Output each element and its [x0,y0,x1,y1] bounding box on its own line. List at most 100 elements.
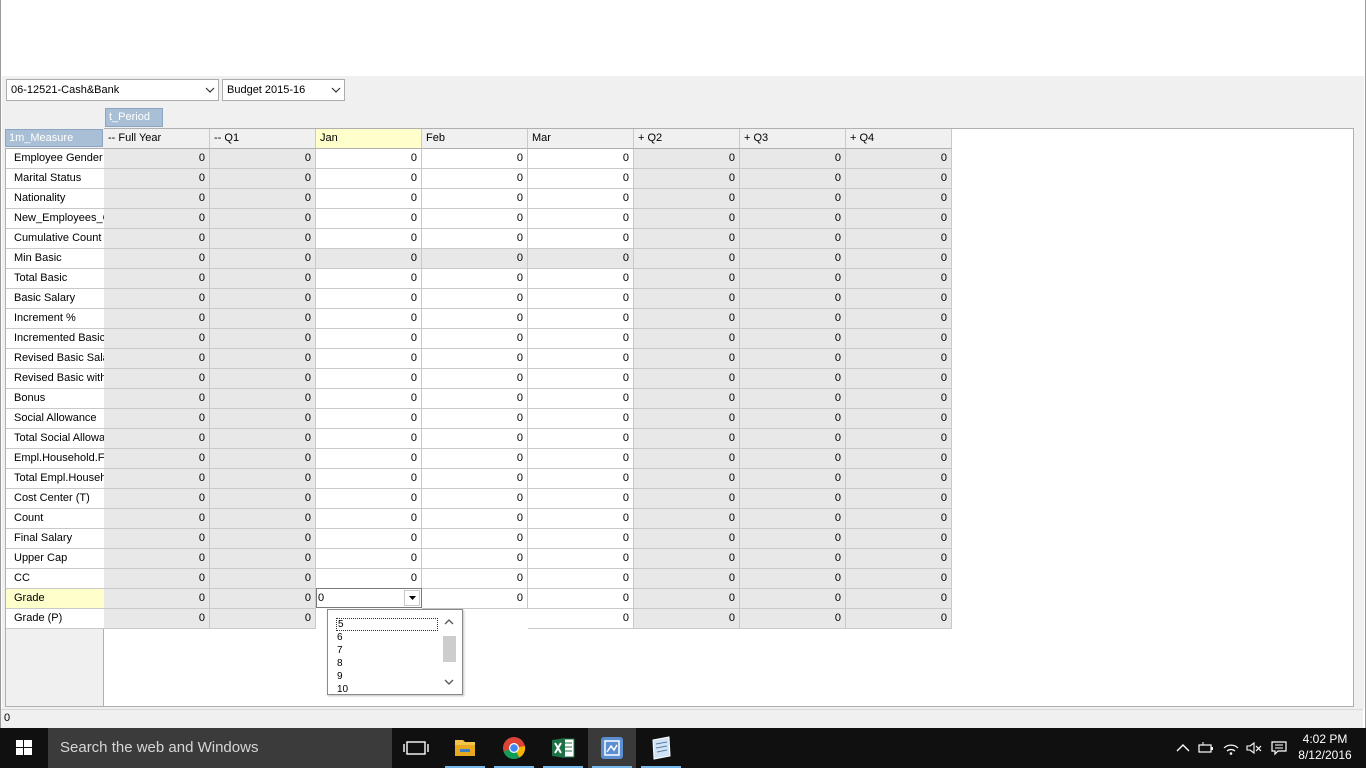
grid-cell[interactable]: 0 [528,549,634,569]
grid-cell[interactable]: 0 [846,229,952,249]
grid-cell[interactable]: 0 [634,449,740,469]
grid-cell[interactable]: 0 [104,229,210,249]
grid-cell[interactable]: 0 [104,169,210,189]
grid-cell[interactable]: 0 [846,189,952,209]
grid-cell[interactable]: 0 [528,489,634,509]
row-header[interactable]: Total Empl.Househ [6,469,104,489]
grid-cell[interactable]: 0 [210,569,316,589]
grid-cell[interactable]: 0 [316,269,422,289]
grid-cell[interactable]: 0 [528,289,634,309]
grid-cell[interactable]: 0 [316,329,422,349]
row-header[interactable]: New_Employees_C [6,209,104,229]
grid-cell[interactable]: 0 [740,409,846,429]
grid-cell[interactable]: 0 [740,529,846,549]
grid-cell[interactable]: 0 [846,329,952,349]
grid-cell[interactable]: 0 [740,269,846,289]
grid-cell[interactable]: 0 [634,369,740,389]
grid-cell[interactable]: 0 [634,269,740,289]
grid-cell[interactable]: 0 [634,609,740,629]
grid-cell[interactable]: 0 [210,209,316,229]
grid-cell[interactable]: 0 [316,529,422,549]
grid-cell[interactable]: 0 [210,529,316,549]
chevron-down-icon[interactable] [444,678,454,686]
grid-cell[interactable]: 0 [210,429,316,449]
row-header[interactable]: CC [6,569,104,589]
grid-cell[interactable]: 0 [316,189,422,209]
grid-cell[interactable]: 0 [104,289,210,309]
grid-cell[interactable]: 0 [528,589,634,609]
row-header[interactable]: Revised Basic Sala [6,349,104,369]
grid-cell[interactable]: 0 [316,469,422,489]
grid-cell[interactable]: 0 [316,289,422,309]
grid-cell[interactable]: 0 [210,249,316,269]
row-header[interactable]: Final Salary [6,529,104,549]
grid-cell[interactable]: 0 [104,409,210,429]
grid-cell[interactable]: 0 [316,569,422,589]
notifications-icon[interactable] [1270,740,1288,756]
grid-cell[interactable]: 0 [846,249,952,269]
grid-cell[interactable]: 0 [846,409,952,429]
grid-cell[interactable]: 0 [316,509,422,529]
grid-cell[interactable]: 0 [104,269,210,289]
grid-cell[interactable]: 0 [316,489,422,509]
grid-cell[interactable]: 0 [528,189,634,209]
dropdown-option[interactable]: 10 [336,683,438,694]
chevron-up-icon[interactable] [444,618,454,626]
grid-cell[interactable]: 0 [740,329,846,349]
grid-cell[interactable]: 0 [634,249,740,269]
grid-cell[interactable]: 0 [210,229,316,249]
grade-dropdown-list[interactable]: 5 6 7 8 9 10 [327,609,463,695]
grid-cell[interactable]: 0 [210,169,316,189]
grid-cell[interactable]: 0 [104,369,210,389]
row-field-button[interactable]: 1m_Measure [5,129,103,147]
grid-cell[interactable]: 0 [634,529,740,549]
grid-cell[interactable]: 0 [104,529,210,549]
dropdown-scrollbar[interactable] [442,618,456,690]
grid-cell[interactable]: 0 [104,469,210,489]
grid-cell[interactable]: 0 [316,249,422,269]
dropdown-option[interactable]: 6 [336,631,438,644]
row-header[interactable]: Total Social Allowa [6,429,104,449]
dropdown-option[interactable]: 5 [336,618,438,631]
grid-cell[interactable]: 0 [740,569,846,589]
grid-cell[interactable]: 0 [422,169,528,189]
column-header[interactable]: + Q3 [740,129,846,149]
grid-cell[interactable]: 0 [528,209,634,229]
grid-cell[interactable]: 0 [528,609,634,629]
row-header[interactable]: Basic Salary [6,289,104,309]
taskbar-notepad[interactable] [637,728,685,768]
grid-cell[interactable]: 0 [846,209,952,229]
grid-cell[interactable]: 0 [422,289,528,309]
grid-cell[interactable]: 0 [210,189,316,209]
grid-cell[interactable]: 0 [422,409,528,429]
grid-cell[interactable]: 0 [740,209,846,229]
grid-cell[interactable]: 0 [210,309,316,329]
grid-cell[interactable]: 0 [634,389,740,409]
grid-cell[interactable]: 0 [210,509,316,529]
taskbar-chrome[interactable] [490,728,538,768]
grid-cell[interactable]: 0 [210,349,316,369]
grid-cell[interactable]: 0 [634,189,740,209]
grid-cell[interactable]: 0 [634,149,740,169]
grid-cell[interactable]: 0 [740,189,846,209]
grid-cell[interactable]: 0 [316,209,422,229]
grid-cell[interactable]: 0 [422,469,528,489]
grid-cell[interactable]: 0 [316,429,422,449]
grid-cell[interactable]: 0 [210,549,316,569]
grid-cell[interactable]: 0 [104,349,210,369]
account-combo[interactable]: 06-12521-Cash&Bank [6,79,219,101]
grid-cell[interactable]: 0 [740,249,846,269]
grid-cell[interactable]: 0 [740,489,846,509]
grid-cell[interactable]: 0 [422,349,528,369]
grid-cell[interactable]: 0 [210,589,316,609]
grid-cell[interactable]: 0 [528,509,634,529]
grid-cell[interactable]: 0 [846,529,952,549]
grid-cell[interactable]: 0 [528,449,634,469]
row-header[interactable]: Grade (P) [6,609,104,629]
grid-cell[interactable]: 0 [846,609,952,629]
grid-cell[interactable]: 0 [528,469,634,489]
row-header[interactable]: Min Basic [6,249,104,269]
grid-cell[interactable]: 0 [316,549,422,569]
dropdown-option[interactable]: 7 [336,644,438,657]
taskbar-budget-app[interactable] [588,728,636,768]
